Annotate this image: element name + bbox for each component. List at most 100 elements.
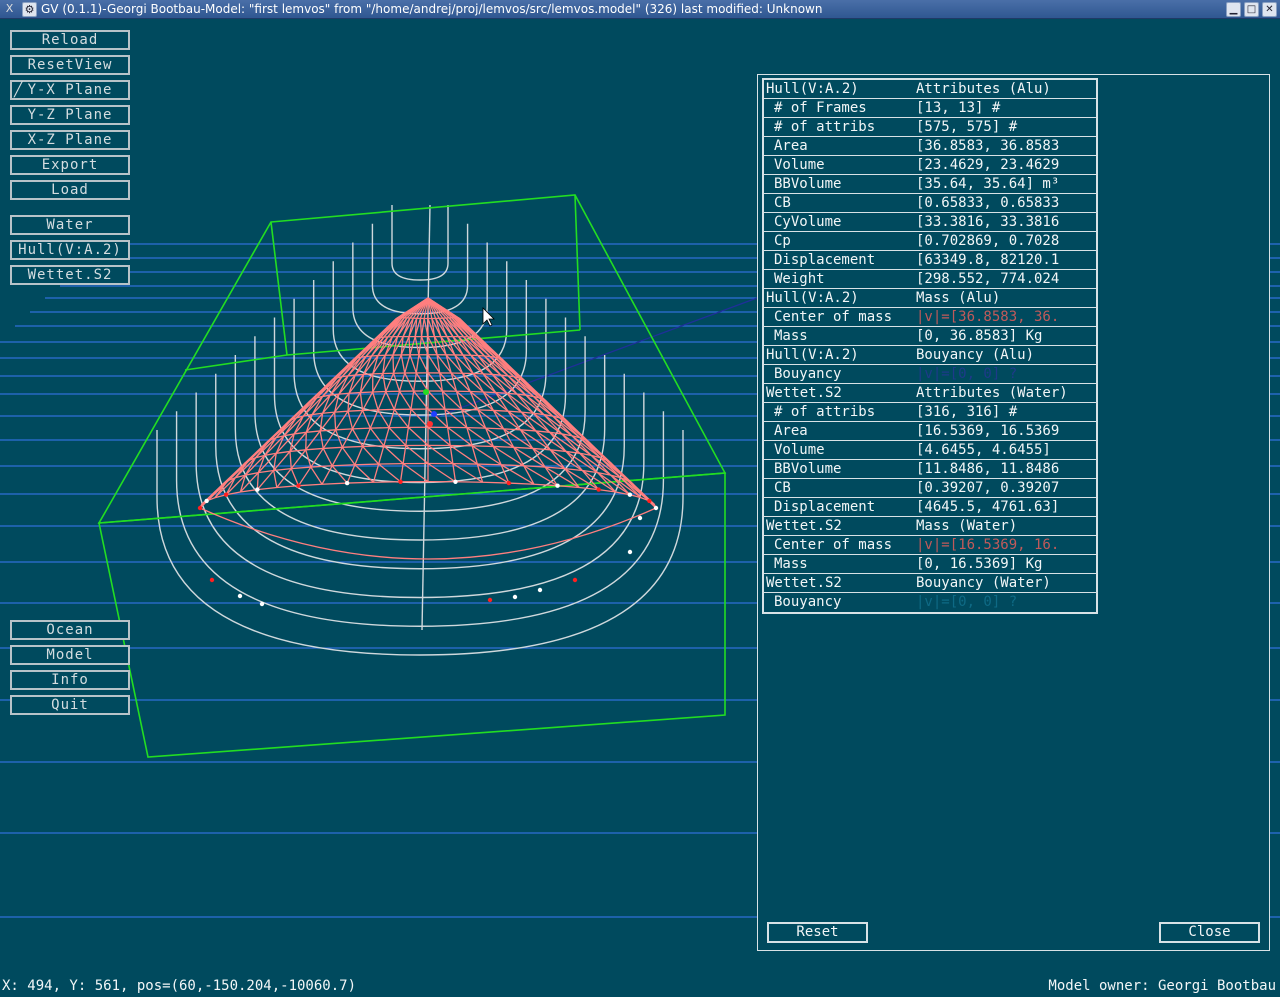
load-button[interactable]: Load bbox=[10, 180, 130, 200]
reset-button[interactable]: Reset bbox=[767, 922, 868, 943]
attribute-name: Bouyancy bbox=[774, 366, 842, 382]
attribute-name: Cp bbox=[774, 233, 791, 249]
attribute-name: CyVolume bbox=[774, 214, 842, 230]
hull-marker bbox=[627, 549, 633, 555]
yx-plane-toggle[interactable]: ╱ Y-X Plane bbox=[10, 80, 130, 100]
mesh-diagonal bbox=[503, 428, 534, 449]
ocean-label: Ocean bbox=[46, 622, 94, 638]
attribute-value: [0, 36.8583] Kg bbox=[916, 328, 1043, 344]
mesh-diagonal bbox=[256, 472, 259, 490]
close-button[interactable]: Close bbox=[1159, 922, 1260, 943]
checkmark-icon: ╱ bbox=[14, 82, 24, 98]
attribute-name: BBVolume bbox=[774, 176, 842, 192]
attribute-name: Center of mass bbox=[774, 309, 893, 325]
hull-marker bbox=[555, 483, 560, 488]
frame-curve bbox=[195, 392, 645, 599]
mesh-diagonal bbox=[475, 336, 499, 359]
attribute-name: Mass bbox=[774, 328, 808, 344]
attribute-value: [36.8583, 36.8583 bbox=[916, 138, 1060, 154]
attribute-name: Volume bbox=[774, 442, 825, 458]
wettet-label: Wettet.S2 bbox=[27, 267, 113, 283]
mesh-diagonal bbox=[392, 355, 395, 374]
hull-marker bbox=[259, 601, 265, 607]
mesh-diagonal bbox=[361, 410, 371, 429]
ocean-button[interactable]: Ocean bbox=[10, 620, 130, 640]
attribute-value: |v|=[0, 0] ? bbox=[916, 594, 1018, 610]
yz-plane-toggle[interactable]: Y-Z Plane bbox=[10, 105, 130, 125]
minimize-button[interactable]: ▁ bbox=[1226, 2, 1241, 17]
water-button[interactable]: Water bbox=[10, 215, 130, 235]
attribute-value: [4.6455, 4.6455] bbox=[916, 442, 1051, 458]
reload-button[interactable]: Reload bbox=[10, 30, 130, 50]
yz-plane-label: Y-Z Plane bbox=[27, 107, 113, 123]
mesh-diagonal bbox=[408, 336, 411, 355]
attribute-value: [298.552, 774.024 bbox=[916, 271, 1060, 287]
hull-marker bbox=[204, 498, 209, 504]
attribute-name: # of attribs bbox=[774, 404, 876, 420]
frame-curve bbox=[371, 223, 469, 315]
reload-label: Reload bbox=[41, 32, 99, 48]
attribute-name: CB bbox=[774, 480, 791, 496]
close-label: Close bbox=[1188, 924, 1231, 940]
attribute-name: CB bbox=[774, 195, 791, 211]
quit-button[interactable]: Quit bbox=[10, 695, 130, 715]
attribute-row: Cp [0.702869, 0.7028 bbox=[764, 232, 1096, 251]
mesh-diagonal bbox=[347, 393, 350, 412]
attribute-value: [13, 13] # bbox=[916, 100, 1001, 116]
attribute-row: Bouyancy |v|=[0, 0] ? bbox=[764, 593, 1096, 612]
close-window-button[interactable]: ✕ bbox=[1262, 2, 1277, 17]
keel-line bbox=[421, 204, 431, 631]
attribute-row: Displacement [63349.8, 82120.1 bbox=[764, 251, 1096, 270]
info-button[interactable]: Info bbox=[10, 670, 130, 690]
mesh-diagonal bbox=[273, 470, 278, 488]
center-marker bbox=[423, 389, 429, 395]
wettet-button[interactable]: Wettet.S2 bbox=[10, 265, 130, 285]
hull-marker bbox=[572, 577, 578, 583]
info-label: Info bbox=[51, 672, 89, 688]
attribute-name: Hull(V:A.2) bbox=[766, 347, 859, 363]
attribute-row: Area [16.5369, 16.5369 bbox=[764, 422, 1096, 441]
attribute-row: # of attribs [575, 575] # bbox=[764, 118, 1096, 137]
attribute-row: BBVolume [11.8486, 11.8486 bbox=[764, 460, 1096, 479]
hull-marker bbox=[197, 505, 203, 511]
attribute-row: Area [36.8583, 36.8583 bbox=[764, 137, 1096, 156]
section-header-row: Hull(V:A.2) Bouyancy (Alu) bbox=[764, 346, 1096, 365]
mouse-cursor-icon bbox=[482, 307, 495, 327]
hull-marker bbox=[506, 480, 512, 486]
section-header-row: Hull(V:A.2) Mass (Alu) bbox=[764, 289, 1096, 308]
xz-plane-toggle[interactable]: X-Z Plane bbox=[10, 130, 130, 150]
hull-button[interactable]: Hull(V:A.2) bbox=[10, 240, 130, 260]
mesh-diagonal bbox=[290, 468, 300, 486]
app-icon: X bbox=[5, 2, 14, 15]
window-menu-icon[interactable]: ⚙ bbox=[22, 2, 37, 17]
window-titlebar[interactable]: X ⚙ GV (0.1.1)-Georgi Bootbau-Model: "fi… bbox=[0, 0, 1280, 19]
attribute-name: Hull(V:A.2) bbox=[766, 290, 859, 306]
reset-view-button[interactable]: ResetView bbox=[10, 55, 130, 75]
hull-marker bbox=[537, 587, 543, 593]
model-button[interactable]: Model bbox=[10, 645, 130, 665]
attribute-name: # of Frames bbox=[774, 100, 867, 116]
mesh-diagonal bbox=[427, 426, 451, 446]
attribute-name: Mass bbox=[774, 556, 808, 572]
center-marker bbox=[427, 421, 433, 427]
mesh-diagonal bbox=[347, 411, 354, 430]
export-button[interactable]: Export bbox=[10, 155, 130, 175]
attribute-value: [4645.5, 4761.63] bbox=[916, 499, 1060, 515]
hull-marker bbox=[209, 577, 215, 583]
attribute-value: [0.65833, 0.65833 bbox=[916, 195, 1060, 211]
xz-plane-label: X-Z Plane bbox=[27, 132, 113, 148]
section-header-row: Wettet.S2 Bouyancy (Water) bbox=[764, 574, 1096, 593]
attribute-value: |v|=[0, 0] ? bbox=[916, 366, 1018, 382]
attribute-value: [0.702869, 0.7028 bbox=[916, 233, 1060, 249]
hull-marker bbox=[487, 597, 493, 603]
center-marker bbox=[431, 411, 437, 417]
attribute-value: [63349.8, 82120.1 bbox=[916, 252, 1060, 268]
attribute-value: [23.4629, 23.4629 bbox=[916, 157, 1060, 173]
attribute-name: Center of mass bbox=[774, 537, 893, 553]
maximize-button[interactable]: □ bbox=[1244, 2, 1259, 17]
quit-label: Quit bbox=[51, 697, 89, 713]
attributes-table: Hull(V:A.2) Attributes (Alu) # of Frames [1… bbox=[762, 78, 1098, 614]
hull-marker bbox=[453, 479, 458, 484]
yx-plane-label: Y-X Plane bbox=[27, 82, 113, 98]
mesh-diagonal bbox=[335, 429, 343, 448]
